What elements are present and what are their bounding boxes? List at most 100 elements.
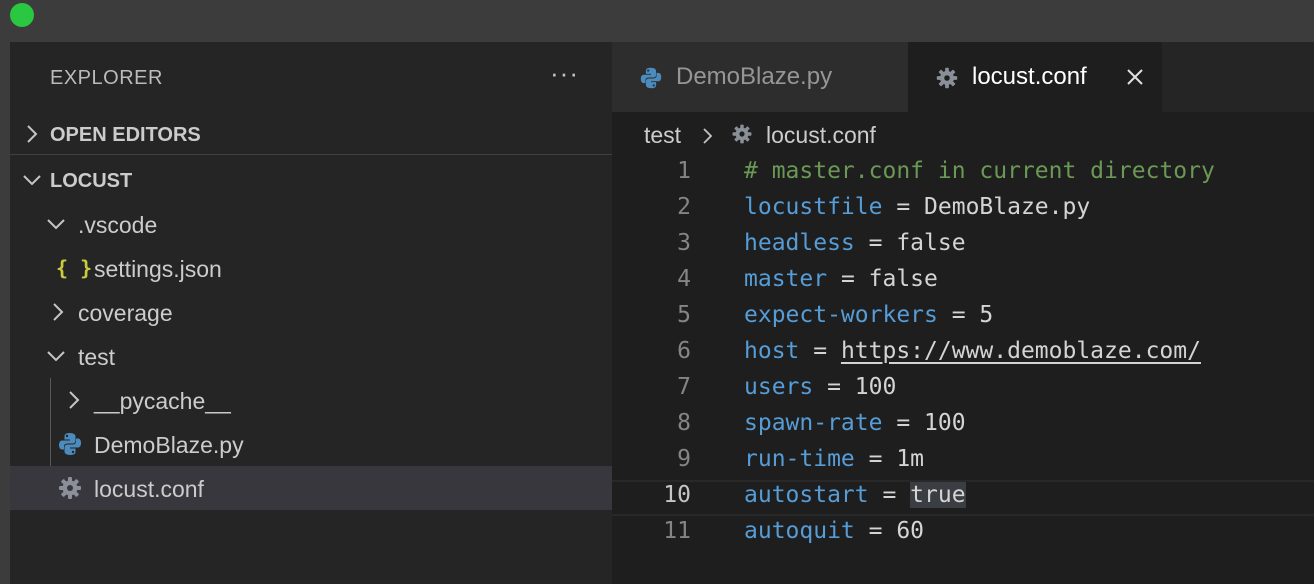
config-key: master: [744, 266, 828, 292]
tree-item-label: locust.conf: [94, 476, 204, 502]
line-number: 4: [677, 266, 691, 292]
more-actions-icon[interactable]: ···: [550, 58, 579, 89]
code-line[interactable]: 3 headless = false: [612, 228, 1314, 264]
config-value: 1m: [896, 446, 925, 472]
tab-label: DemoBlaze.py: [676, 63, 833, 90]
config-value[interactable]: https://www.demoblaze.com/: [841, 338, 1201, 364]
tab-demoblaze-py[interactable]: DemoBlaze.py: [612, 42, 908, 112]
code-text: autoquit = 60: [744, 518, 924, 544]
json-icon: { }: [56, 256, 93, 280]
chevron-right-icon: [53, 303, 64, 321]
tree-item-label: settings.json: [94, 256, 222, 282]
code-text: master = false: [744, 266, 938, 292]
breadcrumb-file[interactable]: locust.conf: [766, 122, 876, 149]
config-key: run-time: [744, 446, 855, 472]
tree-item-pycache-folder[interactable]: __pycache__: [10, 378, 612, 422]
code-line[interactable]: 9 run-time = 1m: [612, 444, 1314, 480]
config-key: autostart: [744, 482, 869, 508]
line-number: 6: [677, 338, 691, 364]
tab-bar: DemoBlaze.py locust.conf: [612, 42, 1314, 112]
config-value: DemoBlaze.py: [924, 194, 1091, 220]
tree-item-locust-conf[interactable]: locust.conf: [10, 466, 612, 510]
code-text: locustfile = DemoBlaze.py: [744, 194, 1090, 220]
code-text: spawn-rate = 100: [744, 410, 966, 436]
code-line[interactable]: 11 autoquit = 60: [612, 516, 1314, 552]
config-key: users: [744, 374, 814, 400]
project-section[interactable]: LOCUST: [10, 160, 612, 200]
code-line[interactable]: 2 locustfile = DemoBlaze.py: [612, 192, 1314, 228]
gear-icon: [936, 67, 958, 89]
config-value: 100: [854, 374, 897, 400]
tree-item-settings-json[interactable]: { } settings.json: [10, 246, 612, 290]
line-number: 9: [677, 446, 691, 472]
config-operator: =: [854, 230, 897, 256]
line-number: 11: [663, 518, 691, 544]
tree-item-coverage-folder[interactable]: coverage: [10, 290, 612, 334]
config-value: false: [896, 230, 966, 256]
explorer-title: EXPLORER: [50, 67, 163, 89]
line-number: 8: [677, 410, 691, 436]
tree-item-vscode-folder[interactable]: .vscode: [10, 202, 612, 246]
config-operator: =: [799, 338, 841, 364]
code-line[interactable]: 5 expect-workers = 5: [612, 300, 1314, 336]
tree-item-demoblaze-py[interactable]: DemoBlaze.py: [10, 422, 612, 466]
config-value: true: [910, 482, 966, 508]
section-label: OPEN EDITORS: [50, 124, 201, 146]
config-key: spawn-rate: [744, 410, 883, 436]
breadcrumb-folder[interactable]: test: [644, 122, 681, 149]
config-operator: =: [813, 374, 855, 400]
code-line[interactable]: 10 autostart = true: [612, 480, 1314, 516]
config-operator: =: [882, 410, 925, 436]
code-text: run-time = 1m: [744, 446, 924, 472]
code-comment: # master.conf in current directory: [744, 158, 1215, 184]
code-text: # master.conf in current directory: [744, 158, 1215, 184]
code-text: autostart = true: [744, 482, 966, 508]
line-number: 7: [677, 374, 691, 400]
config-operator: =: [937, 302, 980, 328]
python-icon: [59, 433, 81, 455]
code-text: users = 100: [744, 374, 896, 400]
chevron-down-icon: [47, 351, 65, 362]
close-icon[interactable]: [1122, 64, 1148, 90]
code-line[interactable]: 8 spawn-rate = 100: [612, 408, 1314, 444]
config-operator: =: [868, 482, 911, 508]
tree-item-label: __pycache__: [94, 388, 231, 414]
config-operator: =: [882, 194, 925, 220]
tree-item-test-folder[interactable]: test: [10, 334, 612, 378]
chevron-right-icon: [27, 125, 38, 143]
chevron-right-icon: [69, 391, 80, 409]
tree-item-label: .vscode: [78, 212, 158, 238]
line-number: 2: [677, 194, 691, 220]
tree-item-label: test: [78, 344, 116, 370]
line-number: 1: [677, 158, 691, 184]
config-key: headless: [744, 230, 855, 256]
title-bar: [0, 0, 1314, 42]
config-key: expect-workers: [744, 302, 938, 328]
code-line[interactable]: 7 users = 100: [612, 372, 1314, 408]
config-value: 100: [924, 410, 966, 436]
config-key: locustfile: [744, 194, 883, 220]
line-number: 5: [677, 302, 691, 328]
code-line[interactable]: 1 # master.conf in current directory: [612, 156, 1314, 192]
code-line[interactable]: 4 master = false: [612, 264, 1314, 300]
tab-locust-conf[interactable]: locust.conf: [908, 42, 1162, 112]
line-number: 10: [663, 482, 691, 508]
editor-pane: DemoBlaze.py locust.conf test locust.con…: [612, 42, 1314, 584]
chevron-down-icon: [47, 219, 65, 230]
chevron-down-icon: [23, 175, 41, 186]
config-operator: =: [854, 446, 897, 472]
code-line[interactable]: 6 host = https://www.demoblaze.com/: [612, 336, 1314, 372]
window-control-button[interactable]: [10, 3, 34, 27]
gear-icon: [59, 477, 81, 499]
code-text: host = https://www.demoblaze.com/: [744, 338, 1201, 364]
chevron-right-icon: [703, 128, 713, 144]
line-number: 3: [677, 230, 691, 256]
tab-label: locust.conf: [972, 63, 1087, 90]
config-key: autoquit: [744, 518, 855, 544]
explorer-sidebar: EXPLORER ··· OPEN EDITORS LOCUST .vscode…: [10, 42, 612, 584]
open-editors-section[interactable]: OPEN EDITORS: [10, 114, 612, 155]
config-value: 60: [896, 518, 925, 544]
config-key: host: [744, 338, 800, 364]
code-text: headless = false: [744, 230, 966, 256]
config-value: false: [868, 266, 938, 292]
